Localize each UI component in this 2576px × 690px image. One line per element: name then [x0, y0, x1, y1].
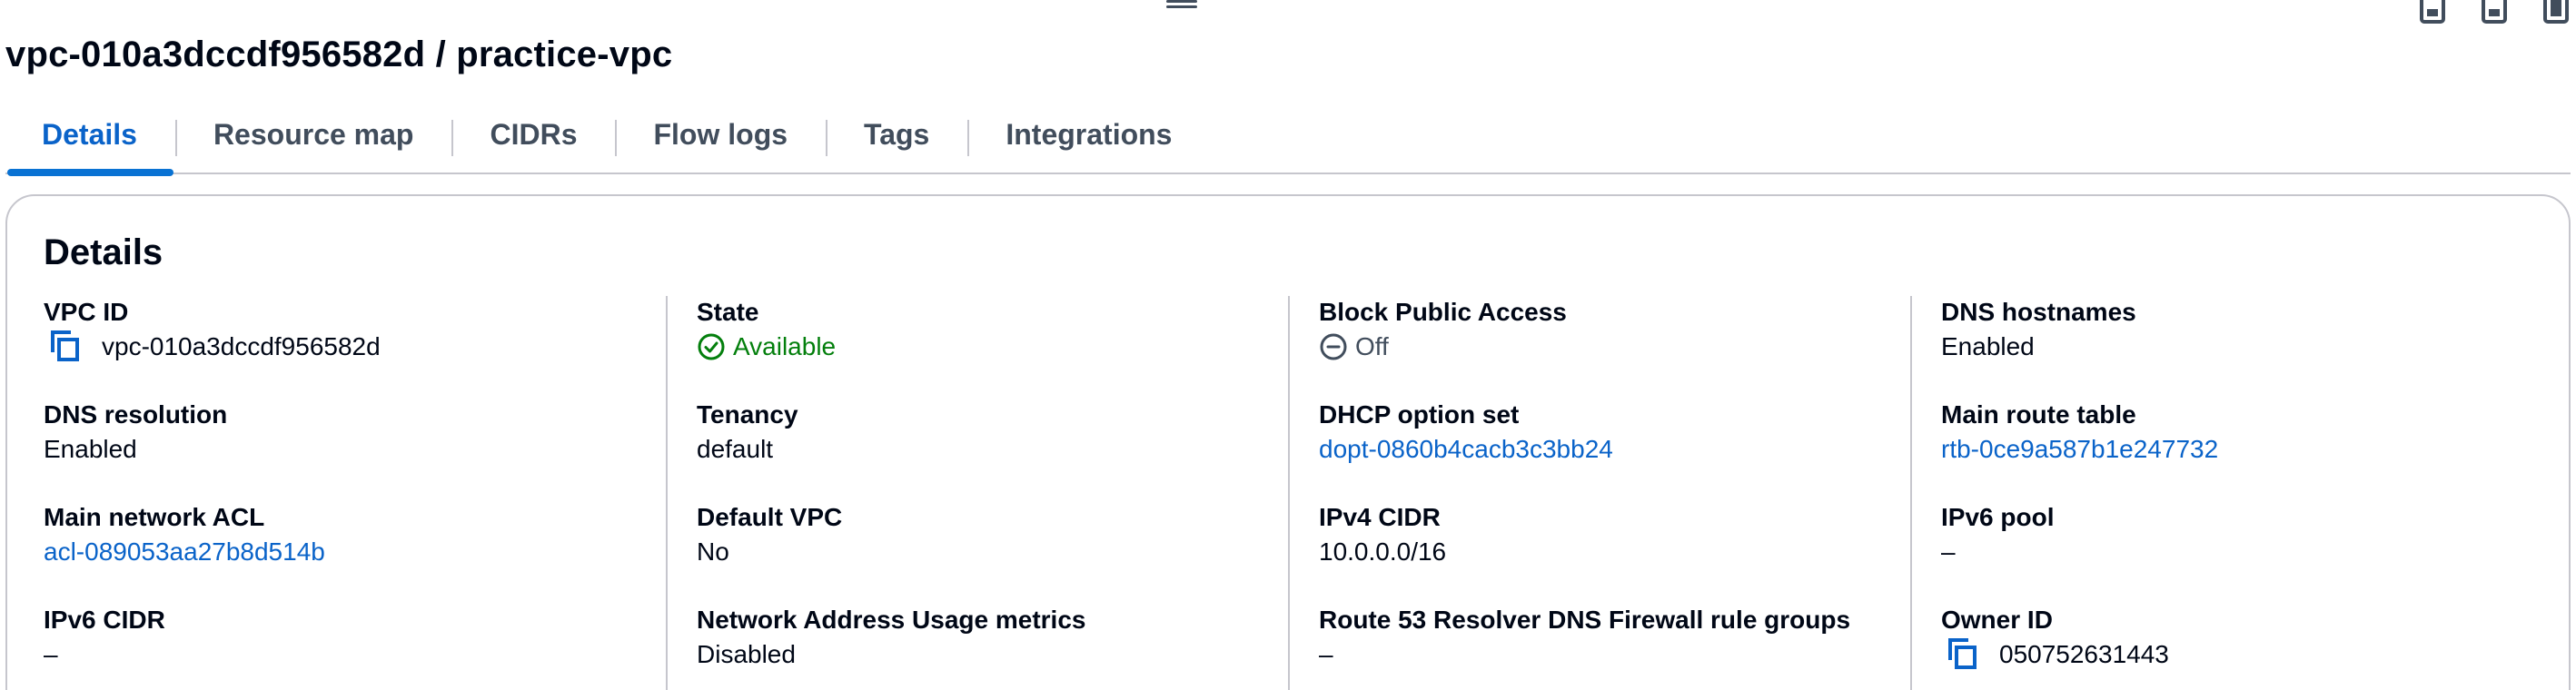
owner-id-value: 050752631443 — [1999, 640, 2169, 668]
field-vpc-id: VPC ID vpc-010a3dccdf956582d — [44, 296, 648, 399]
copy-icon[interactable] — [47, 329, 84, 365]
details-column-3: Block Public Access Off DHCP option set … — [1288, 296, 1910, 690]
tab-integrations[interactable]: Integrations — [967, 111, 1210, 165]
field-block-public-access: Block Public Access Off — [1319, 296, 1892, 399]
tab-flow-logs[interactable]: Flow logs — [615, 111, 826, 165]
copy-icon[interactable] — [1945, 636, 1981, 673]
field-value: – — [44, 640, 58, 668]
field-label: DNS resolution — [44, 400, 228, 429]
details-column-2: State Available Tenancy default Default … — [666, 296, 1288, 690]
field-value: 050752631443 — [1941, 636, 2514, 673]
field-label: IPv6 CIDR — [44, 606, 165, 634]
field-label: Tenancy — [697, 400, 798, 429]
field-owner-id: Owner ID 050752631443 — [1941, 604, 2514, 690]
field-default-vpc: Default VPC No — [697, 501, 1270, 604]
field-label: DNS hostnames — [1941, 298, 2136, 326]
field-label: Main network ACL — [44, 503, 265, 531]
details-heading: Details — [44, 232, 163, 272]
vpc-id-value: vpc-010a3dccdf956582d — [102, 332, 381, 360]
field-dns-resolution: DNS resolution Enabled — [44, 399, 648, 501]
field-value: dopt-0860b4cacb3c3bb24 — [1319, 431, 1892, 468]
field-value: Enabled — [1941, 332, 2035, 360]
field-value: acl-089053aa27b8d514b — [44, 534, 648, 570]
panel-layout-controls — [2420, 0, 2569, 24]
field-label: Default VPC — [697, 503, 843, 531]
split-panel-bottom-icon[interactable] — [2420, 0, 2445, 24]
dhcp-option-set-link[interactable]: dopt-0860b4cacb3c3bb24 — [1319, 431, 1613, 468]
minus-circle-icon — [1320, 333, 1347, 360]
page-title: vpc-010a3dccdf956582d / practice-vpc — [5, 34, 673, 74]
tab-tags[interactable]: Tags — [826, 111, 967, 165]
field-label: State — [697, 298, 759, 326]
field-ipv6-cidr: IPv6 CIDR – — [44, 604, 648, 690]
field-label: IPv4 CIDR — [1319, 503, 1441, 531]
field-value: vpc-010a3dccdf956582d — [44, 329, 648, 365]
field-label: Main route table — [1941, 400, 2136, 429]
field-value: Off — [1319, 329, 1892, 365]
drag-handle-icon[interactable] — [1166, 0, 1197, 9]
field-value: rtb-0ce9a587b1e247732 — [1941, 431, 2514, 468]
field-label: VPC ID — [44, 298, 129, 326]
field-label: Network Address Usage metrics — [697, 606, 1086, 634]
details-column-1: VPC ID vpc-010a3dccdf956582d DNS resolut… — [44, 296, 666, 690]
field-label: DHCP option set — [1319, 400, 1520, 429]
field-main-route-table: Main route table rtb-0ce9a587b1e247732 — [1941, 399, 2514, 501]
field-value: Available — [697, 329, 1270, 365]
field-value: Enabled — [44, 435, 137, 463]
field-value: Disabled — [697, 640, 796, 668]
network-acl-link[interactable]: acl-089053aa27b8d514b — [44, 534, 325, 570]
field-tenancy: Tenancy default — [697, 399, 1270, 501]
split-panel-full-icon[interactable] — [2543, 0, 2569, 24]
tab-list: Details Resource map CIDRs Flow logs Tag… — [5, 111, 2571, 176]
field-label: Owner ID — [1941, 606, 2053, 634]
tab-resource-map[interactable]: Resource map — [174, 111, 452, 165]
field-ipv6-pool: IPv6 pool – — [1941, 501, 2514, 604]
check-circle-icon — [698, 333, 725, 360]
field-network-address-usage-metrics: Network Address Usage metrics Disabled — [697, 604, 1270, 690]
field-state: State Available — [697, 296, 1270, 399]
field-ipv4-cidr: IPv4 CIDR 10.0.0.0/16 — [1319, 501, 1892, 604]
details-grid: VPC ID vpc-010a3dccdf956582d DNS resolut… — [44, 296, 2532, 690]
details-panel: Details VPC ID vpc-010a3dccdf956582d DNS… — [5, 194, 2571, 690]
field-route53-dns-firewall-rule-groups: Route 53 Resolver DNS Firewall rule grou… — [1319, 604, 1892, 690]
tab-details[interactable]: Details — [5, 111, 175, 176]
field-dhcp-option-set: DHCP option set dopt-0860b4cacb3c3bb24 — [1319, 399, 1892, 501]
field-main-network-acl: Main network ACL acl-089053aa27b8d514b — [44, 501, 648, 604]
state-status-text: Available — [733, 332, 837, 360]
field-value: – — [1319, 640, 1333, 668]
block-public-access-status: Off — [1355, 332, 1389, 360]
tab-cidrs[interactable]: CIDRs — [451, 111, 615, 165]
field-value: default — [697, 435, 774, 463]
field-label: Block Public Access — [1319, 298, 1567, 326]
field-value: No — [697, 537, 729, 566]
main-route-table-link[interactable]: rtb-0ce9a587b1e247732 — [1941, 431, 2218, 468]
field-value: 10.0.0.0/16 — [1319, 537, 1447, 566]
field-dns-hostnames: DNS hostnames Enabled — [1941, 296, 2514, 399]
field-label: IPv6 pool — [1941, 503, 2055, 531]
field-label: Route 53 Resolver DNS Firewall rule grou… — [1319, 606, 1851, 634]
vpc-details-page: vpc-010a3dccdf956582d / practice-vpc Det… — [0, 0, 2576, 690]
field-value: – — [1941, 537, 1956, 566]
split-panel-mid-icon[interactable] — [2482, 0, 2507, 24]
details-column-4: DNS hostnames Enabled Main route table r… — [1910, 296, 2532, 690]
